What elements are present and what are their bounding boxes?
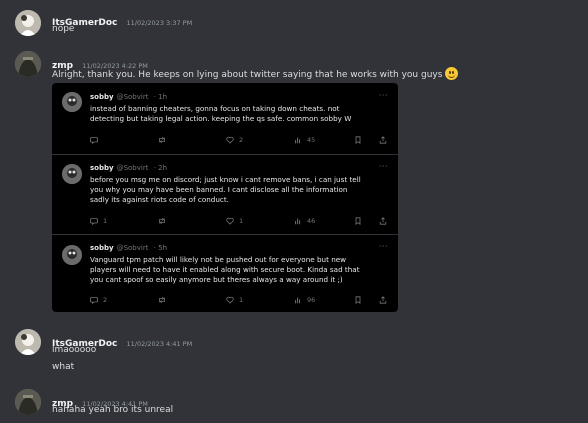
- views-button[interactable]: 46: [294, 217, 315, 225]
- message-text-content: Alright, thank you. He keeps on lying ab…: [52, 70, 443, 80]
- user-avatar[interactable]: [15, 389, 41, 415]
- share-button[interactable]: [379, 296, 387, 304]
- bookmark-icon: [355, 296, 361, 304]
- tweet-text-line: Vanguard tpm patch will likely not be pu…: [90, 255, 347, 264]
- bookmark-button[interactable]: [354, 136, 362, 144]
- reply-count: 1: [103, 217, 108, 225]
- tweet[interactable]: sobby @Sobvirt · 5h ··· Vanguard tpm patc…: [52, 235, 398, 312]
- reply-button[interactable]: 2: [90, 296, 107, 304]
- timestamp: 11/02/2023 3:37 PM: [126, 19, 193, 27]
- tweet-age: · 1h: [153, 93, 168, 101]
- views-icon: [295, 137, 301, 144]
- views-icon: [295, 297, 301, 304]
- message-text: nope: [52, 24, 75, 34]
- tweet-author[interactable]: sobby: [90, 244, 114, 252]
- tweet-actions: 1 1 46: [90, 217, 390, 227]
- retweet-button[interactable]: [158, 217, 171, 225]
- retweet-icon: [159, 296, 165, 304]
- heart-icon: [226, 296, 234, 304]
- like-button[interactable]: 2: [226, 136, 243, 144]
- tweet-text-line: sadly its against riots code of conduct.: [90, 195, 229, 204]
- tweet[interactable]: sobby @Sobvirt · 1h ··· instead of bannin…: [52, 83, 398, 153]
- tweet-handle[interactable]: @Sobvirt: [117, 244, 149, 252]
- views-icon: [295, 218, 301, 225]
- bookmark-button[interactable]: [354, 296, 362, 304]
- tweet-handle[interactable]: @Sobvirt: [117, 164, 149, 172]
- more-icon[interactable]: ···: [379, 162, 388, 171]
- tweet-actions: 2 45: [90, 136, 390, 146]
- user-avatar[interactable]: [15, 329, 41, 355]
- tweet-text: before you msg me on discord; just know …: [90, 175, 390, 205]
- retweet-button[interactable]: [158, 136, 171, 144]
- tweet-text-line: players will need to have it enabled alo…: [90, 265, 360, 274]
- share-icon: [379, 296, 387, 304]
- like-button[interactable]: 1: [226, 217, 243, 225]
- tweet-text: Vanguard tpm patch will likely not be pu…: [90, 255, 390, 285]
- bookmark-icon: [355, 136, 361, 144]
- like-count: 2: [239, 136, 244, 144]
- share-icon: [379, 136, 387, 144]
- share-icon: [379, 217, 387, 225]
- tweet-author[interactable]: sobby: [90, 164, 114, 172]
- tweet-avatar[interactable]: [62, 245, 82, 265]
- tweet-avatar[interactable]: [62, 92, 82, 112]
- views-button[interactable]: 96: [294, 296, 315, 304]
- tweet-handle[interactable]: @Sobvirt: [117, 93, 149, 101]
- tweet-avatar[interactable]: [62, 164, 82, 184]
- like-count: 1: [239, 217, 244, 225]
- tweet-text-line: you why you may have been banned. I cant…: [90, 185, 348, 194]
- tweet-text-line: instead of banning cheaters, gonna focus…: [90, 104, 340, 113]
- tweet-actions: 2 1 96: [90, 296, 390, 306]
- slightly-smiling-face-icon: [445, 67, 459, 80]
- timestamp: 11/02/2023 4:41 PM: [126, 340, 193, 348]
- reply-button[interactable]: [90, 136, 103, 144]
- share-button[interactable]: [379, 136, 387, 144]
- message-text: what: [52, 362, 75, 372]
- tweet-embed[interactable]: sobby @Sobvirt · 1h ··· instead of bannin…: [52, 83, 398, 312]
- heart-icon: [226, 217, 234, 225]
- like-button[interactable]: 1: [226, 296, 243, 304]
- view-count: 96: [307, 296, 316, 304]
- tweet-text-line: before you msg me on discord; just know …: [90, 175, 361, 184]
- view-count: 45: [307, 136, 316, 144]
- reply-button[interactable]: 1: [90, 217, 107, 225]
- heart-icon: [226, 136, 234, 144]
- bookmark-button[interactable]: [354, 217, 362, 225]
- user-avatar[interactable]: [15, 10, 41, 36]
- tweet-age: · 2h: [153, 164, 168, 172]
- tweet-text-line: detecting but taking legal action. keepi…: [90, 114, 352, 123]
- message-text: Alright, thank you. He keeps on lying ab…: [52, 67, 459, 80]
- tweet-text-line: you cant spoof so easily anymore but the…: [90, 275, 343, 284]
- retweet-icon: [159, 136, 165, 144]
- reply-count: 2: [103, 296, 108, 304]
- tweet[interactable]: sobby @Sobvirt · 2h ··· before you msg me…: [52, 155, 398, 233]
- user-avatar[interactable]: [15, 51, 41, 77]
- message-text: hahaha yeah bro its unreal: [52, 405, 174, 415]
- retweet-button[interactable]: [158, 296, 171, 304]
- tweet-author[interactable]: sobby: [90, 93, 114, 101]
- reply-icon: [90, 137, 98, 144]
- view-count: 46: [307, 217, 316, 225]
- tweet-text: instead of banning cheaters, gonna focus…: [90, 104, 390, 124]
- bookmark-icon: [355, 217, 361, 225]
- more-icon[interactable]: ···: [379, 91, 388, 100]
- retweet-icon: [159, 217, 165, 225]
- views-button[interactable]: 45: [294, 136, 315, 144]
- reply-icon: [90, 297, 98, 304]
- tweet-age: · 5h: [153, 244, 168, 252]
- share-button[interactable]: [379, 217, 387, 225]
- like-count: 1: [239, 296, 244, 304]
- message-text: lmaooooo: [52, 345, 97, 355]
- more-icon[interactable]: ···: [379, 242, 388, 251]
- reply-icon: [90, 218, 98, 225]
